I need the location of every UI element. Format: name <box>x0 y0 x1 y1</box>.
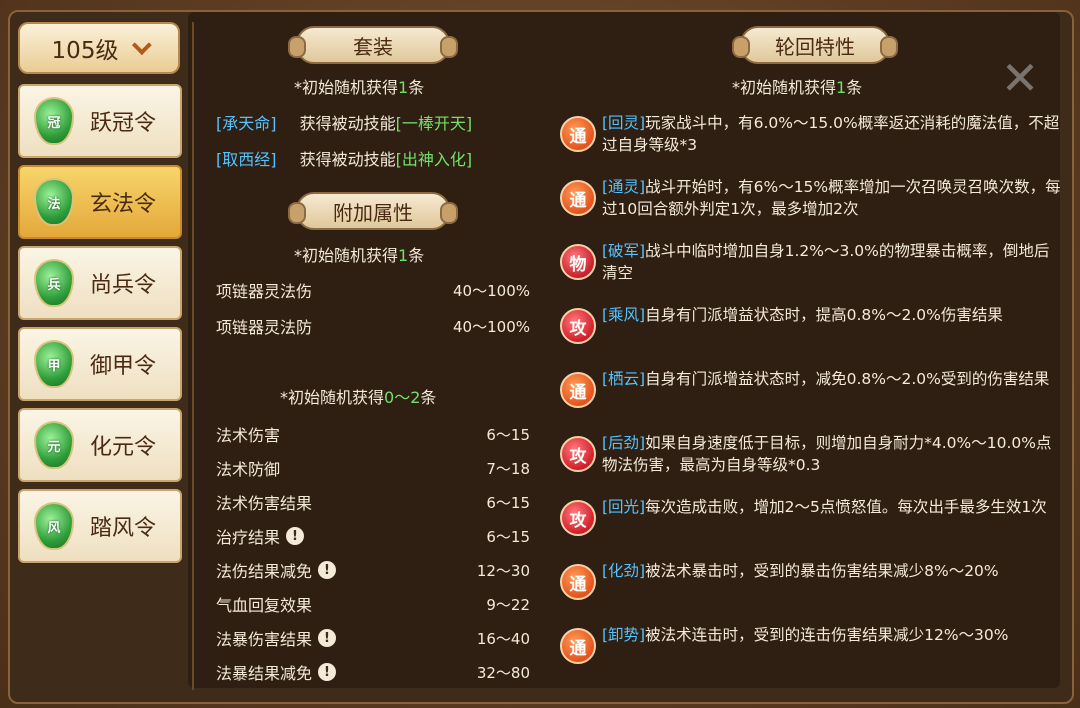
trait-description: [破军]战斗中临时增加自身1.2%～3.0%的物理暴击概率，倒地后清空 <box>602 242 1050 282</box>
set-item: [取西经] 获得被动技能[出神入化] <box>216 146 472 170</box>
attr-name: 法暴结果减免! <box>216 660 337 684</box>
trait-type-badge: 攻 <box>560 308 596 344</box>
attr-name: 项链器灵法伤 <box>216 282 313 301</box>
trait-description: [化劲]被法术暴击时，受到的暴击伤害结果减少8%～20% <box>602 562 999 580</box>
trait-type-badge: 攻 <box>560 436 596 472</box>
jade-token-icon: 甲 <box>34 340 74 388</box>
trait-description: [栖云]自身有门派增益状态时，减免0.8%～2.0%受到的伤害结果 <box>602 370 1050 388</box>
trait-description: [后劲]如果自身速度低于目标，则增加自身耐力*4.0%～10.0%点物法伤害，最… <box>602 434 1052 474</box>
set-skill: [一棒开天] <box>395 114 473 133</box>
set-tag: [取西经] <box>216 150 277 169</box>
attr-value: 7～18 <box>486 460 530 478</box>
extra-note-2: *初始随机获得0～2条 <box>280 388 437 407</box>
attr-name: 项链器灵法防 <box>216 318 313 337</box>
extra-section-title: 附加属性 <box>288 192 458 230</box>
attr-value: 16～40 <box>476 630 530 648</box>
column-divider <box>192 22 194 690</box>
level-dropdown[interactable]: 105级 <box>18 22 180 74</box>
chevron-down-icon <box>132 35 153 56</box>
jade-token-icon: 法 <box>34 178 74 226</box>
close-icon[interactable]: ✕ <box>996 54 1044 102</box>
token-tab-huayuan[interactable]: 元 化元令 <box>18 408 182 482</box>
trait-description: [通灵]战斗开始时，有6%～15%概率增加一次召唤灵召唤次数，每过10回合额外判… <box>602 178 1061 218</box>
set-item: [承天命] 获得被动技能[一棒开天] <box>216 110 472 134</box>
level-dropdown-label: 105级 <box>51 38 119 64</box>
attr-value: 6～15 <box>486 528 530 546</box>
jade-token-icon: 元 <box>34 421 74 469</box>
set-text: 获得被动技能 <box>299 150 396 169</box>
set-tag: [承天命] <box>216 114 277 133</box>
info-warning-icon[interactable]: ! <box>318 629 337 647</box>
attr-name: 法术伤害 <box>216 426 281 445</box>
attr-name: 法术伤害结果 <box>216 494 313 513</box>
set-skill: [出神入化] <box>395 150 473 169</box>
attr-name: 法术防御 <box>216 460 281 479</box>
trait-description: [卸势]被法术连击时，受到的连击伤害结果减少12%～30% <box>602 626 1009 644</box>
attr-value: 6～15 <box>486 426 530 444</box>
trait-type-badge: 攻 <box>560 500 596 536</box>
attr-value: 6～15 <box>486 494 530 512</box>
token-label: 御甲令 <box>90 354 157 379</box>
set-text: 获得被动技能 <box>299 114 396 133</box>
trait-type-badge: 物 <box>560 244 596 280</box>
trait-description: [乘风]自身有门派增益状态时，提高0.8%～2.0%伤害结果 <box>602 306 1003 324</box>
trait-type-badge: 通 <box>560 372 596 408</box>
token-tab-yueguan[interactable]: 冠 跃冠令 <box>18 84 182 158</box>
reincarnation-note: *初始随机获得1条 <box>732 78 863 97</box>
trait-type-badge: 通 <box>560 116 596 152</box>
attr-name: 法伤结果减免! <box>216 558 337 582</box>
token-tab-yujia[interactable]: 甲 御甲令 <box>18 327 182 401</box>
token-tab-tafeng[interactable]: 风 踏风令 <box>18 489 182 563</box>
token-label: 尚兵令 <box>90 273 157 298</box>
trait-type-badge: 通 <box>560 564 596 600</box>
attr-value: 32～80 <box>476 664 530 682</box>
trait-description: [回光]每次造成击败，增加2～5点愤怒值。每次出手最多生效1次 <box>602 498 1047 516</box>
trait-description: [回灵]玩家战斗中，有6.0%～15.0%概率返还消耗的魔法值，不超过自身等级*… <box>602 114 1060 154</box>
reincarnation-title: 轮回特性 <box>732 26 898 64</box>
attr-name: 气血回复效果 <box>216 596 313 615</box>
token-tab-xuanfa[interactable]: 法 玄法令 <box>18 165 182 239</box>
attr-name: 治疗结果! <box>216 524 305 548</box>
info-warning-icon[interactable]: ! <box>318 561 337 579</box>
attr-value: 40～100% <box>453 318 530 336</box>
info-warning-icon[interactable]: ! <box>318 663 337 681</box>
token-label: 化元令 <box>90 435 157 460</box>
attr-name: 法暴伤害结果! <box>216 626 337 650</box>
attr-value: 40～100% <box>453 282 530 300</box>
info-warning-icon[interactable]: ! <box>286 527 305 545</box>
attr-value: 12～30 <box>476 562 530 580</box>
trait-type-badge: 通 <box>560 180 596 216</box>
set-section-title: 套装 <box>288 26 458 64</box>
attr-value: 9～22 <box>486 596 530 614</box>
jade-token-icon: 冠 <box>34 97 74 145</box>
token-label: 踏风令 <box>90 516 157 541</box>
token-label: 玄法令 <box>90 192 157 217</box>
token-tab-shangbing[interactable]: 兵 尚兵令 <box>18 246 182 320</box>
set-note: *初始随机获得1条 <box>294 78 425 97</box>
extra-note: *初始随机获得1条 <box>294 246 425 265</box>
token-label: 跃冠令 <box>90 111 157 136</box>
jade-token-icon: 风 <box>34 502 74 550</box>
jade-token-icon: 兵 <box>34 259 74 307</box>
trait-type-badge: 通 <box>560 628 596 664</box>
